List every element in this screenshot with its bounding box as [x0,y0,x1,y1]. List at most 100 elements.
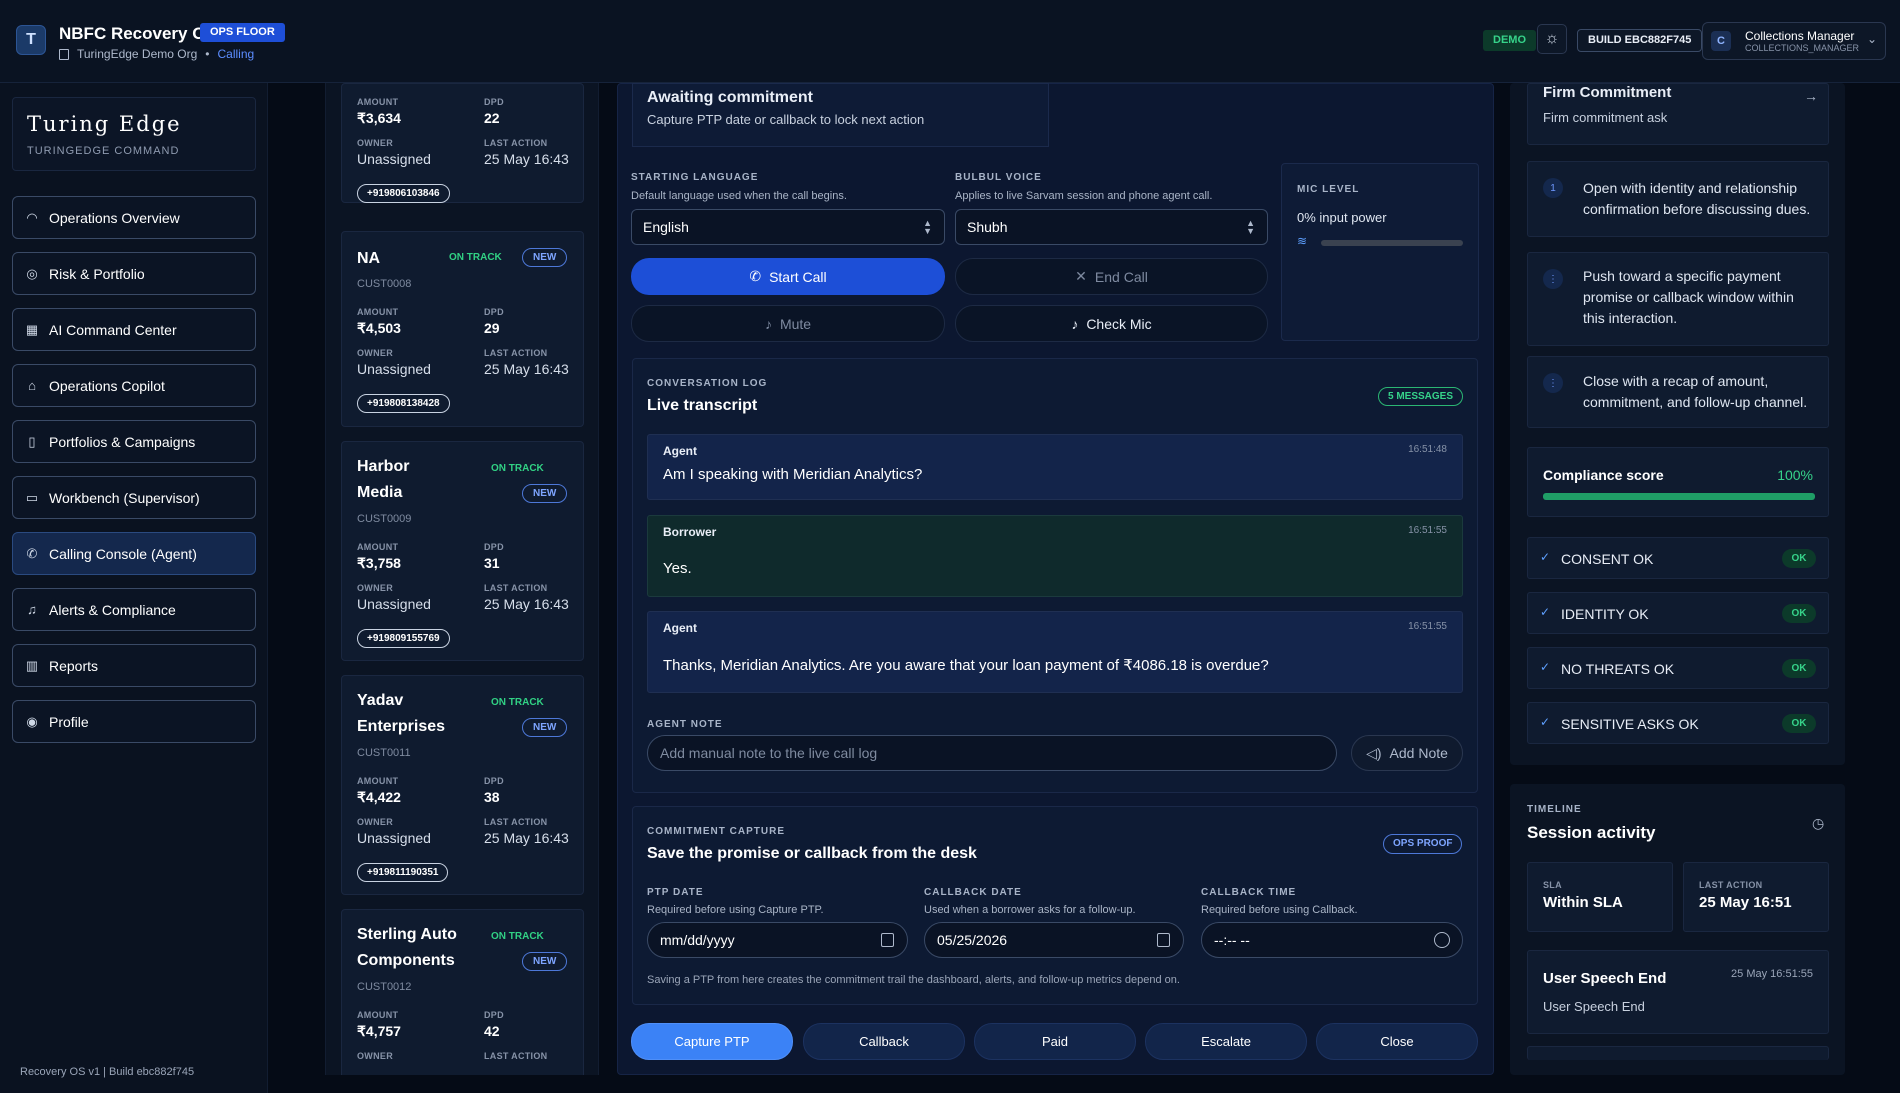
customer-card[interactable]: NA ON TRACK NEW CUST0008 AMOUNT DPD ₹4,5… [341,231,584,427]
demo-badge: DEMO [1483,30,1536,51]
dpd-value: 31 [484,555,500,571]
phone-chip[interactable]: +919808138428 [357,394,450,413]
paid-button[interactable]: Paid [974,1023,1136,1060]
sidebar-item-workbench[interactable]: ▭ Workbench (Supervisor) [12,476,256,519]
language-select[interactable]: English ▲ ▼ [631,209,945,245]
timer-icon[interactable]: ◷ [1812,815,1824,832]
commitment-label: COMMITMENT CAPTURE [647,826,785,837]
user-menu[interactable]: C Collections Manager COLLECTIONS_MANAGE… [1702,22,1886,60]
phone-icon: ✆ [26,545,38,561]
start-call-button[interactable]: ✆ Start Call [631,258,945,295]
last-action-label: LAST ACTION [484,1051,548,1061]
last-action-card: LAST ACTION 25 May 16:51 [1683,862,1829,932]
sidebar-item-operations-copilot[interactable]: ⌂ Operations Copilot [12,364,256,407]
phone-chip[interactable]: +919809155769 [357,629,450,648]
compliance-score-fill [1543,493,1815,500]
firm-commitment-card[interactable]: Firm Commitment Firm commitment ask → [1527,83,1829,145]
amount-value: ₹3,758 [357,555,401,571]
transcript-message: Agent 16:51:48 Am I speaking with Meridi… [647,434,1463,500]
new-badge: NEW [522,484,568,503]
sidebar-item-reports[interactable]: ▥ Reports [12,644,256,687]
capture-ptp-button[interactable]: Capture PTP [631,1023,793,1060]
check-label: CONSENT OK [1561,551,1654,567]
check-mic-button[interactable]: ♪ Check Mic [955,305,1268,342]
mute-button[interactable]: ♪ Mute [631,305,945,342]
timeline-title: Session activity [1527,823,1656,842]
clock-icon[interactable] [1434,932,1450,948]
message-time: 16:51:55 [1408,621,1447,632]
customer-card[interactable]: Sterling Auto Components ON TRACK NEW CU… [341,909,584,1075]
arrow-right-icon[interactable]: → [1804,88,1818,104]
breadcrumb-org[interactable]: TuringEdge Demo Org [77,47,197,61]
sidebar-item-label: Risk & Portfolio [49,265,145,282]
sidebar-item-portfolios-campaigns[interactable]: ▯ Portfolios & Campaigns [12,420,256,463]
sidebar-item-calling-console[interactable]: ✆ Calling Console (Agent) [12,532,256,575]
ops-floor-badge: OPS FLOOR [200,23,285,42]
sidebar-item-risk-portfolio[interactable]: ◎ Risk & Portfolio [12,252,256,295]
brand-name: Turing Edge [27,112,182,136]
last-action-value: 25 May 16:43 [484,830,569,846]
ptp-date-value: mm/dd/yyyy [660,932,735,948]
compliance-check-consent: ✓ CONSENT OK OK [1527,537,1829,579]
add-note-button[interactable]: ◁) Add Note [1351,735,1463,771]
awaiting-subtitle: Capture PTP date or callback to lock nex… [647,112,925,127]
theme-toggle-button[interactable]: ☼ [1537,24,1567,54]
compliance-score-value: 100% [1777,467,1813,483]
end-call-button[interactable]: ✕ End Call [955,258,1268,295]
app-logo[interactable]: T [16,25,46,55]
speaker-icon: ◁) [1366,744,1382,761]
last-action-label: LAST ACTION [484,817,548,827]
callback-time-input[interactable]: --:-- -- [1201,922,1463,958]
close-button[interactable]: Close [1316,1023,1478,1060]
user-role: COLLECTIONS_MANAGER [1745,43,1860,53]
owner-label: OWNER [357,348,393,358]
new-badge: NEW [522,718,568,737]
customer-card[interactable]: Harbor Media ON TRACK NEW CUST0009 AMOUN… [341,441,584,661]
chevron-down-icon: ⌄ [1867,32,1878,46]
timeline-event [1527,1046,1829,1060]
transcript-message: Agent 16:51:55 Thanks, Meridian Analytic… [647,611,1463,693]
sla-value: Within SLA [1543,894,1623,911]
sidebar-item-ai-command-center[interactable]: ▦ AI Command Center [12,308,256,351]
sidebar-item-profile[interactable]: ◉ Profile [12,700,256,743]
app-title: NBFC Recovery OS [59,24,217,43]
brand-subtitle: TURINGEDGE COMMAND [27,145,180,157]
sidebar-item-operations-overview[interactable]: ◠ Operations Overview [12,196,256,239]
voice-select[interactable]: Shubh ▲ ▼ [955,209,1268,245]
event-subtitle: User Speech End [1543,999,1645,1014]
escalate-button[interactable]: Escalate [1145,1023,1307,1060]
customer-name: NA [357,250,381,267]
language-hint: Default language used when the call begi… [631,190,847,202]
customer-card[interactable]: AMOUNT DPD ₹3,634 22 OWNER LAST ACTION U… [341,83,584,203]
callback-date-label: CALLBACK DATE [924,887,1022,898]
sidebar-item-label: Reports [49,657,99,674]
build-badge: BUILD EBC882F745 [1577,29,1703,52]
callback-date-input[interactable]: 05/25/2026 [924,922,1184,958]
ptp-date-input[interactable]: mm/dd/yyyy [647,922,908,958]
customer-card[interactable]: Yadav Enterprises ON TRACK NEW CUST0011 … [341,675,584,895]
amount-value: ₹4,422 [357,789,401,805]
dpd-label: DPD [484,542,504,552]
breadcrumb: TuringEdge Demo Org • Calling [59,47,254,61]
chart-icon: ▥ [25,657,39,673]
amount-label: AMOUNT [357,307,399,317]
mic-level-value: 0% input power [1297,210,1387,225]
sidebar-item-alerts-compliance[interactable]: ♫ Alerts & Compliance [12,588,256,631]
check-label: IDENTITY OK [1561,606,1649,622]
message-text: Thanks, Meridian Analytics. Are you awar… [663,657,1269,674]
sidebar-item-label: Operations Copilot [49,377,165,394]
voice-hint: Applies to live Sarvam session and phone… [955,190,1213,202]
ok-badge: OK [1782,549,1816,568]
callback-button[interactable]: Callback [803,1023,965,1060]
sla-card: SLA Within SLA [1527,862,1673,932]
calendar-icon[interactable] [881,933,894,947]
agent-note-input[interactable]: Add manual note to the live call log [647,735,1337,771]
calendar-icon[interactable] [1157,933,1170,947]
last-action-label: LAST ACTION [484,348,548,358]
phone-chip[interactable]: +919806103846 [357,184,450,203]
status-badge: ON TRACK [491,463,544,474]
sun-icon: ☼ [1544,30,1560,47]
phone-chip[interactable]: +919811190351 [357,863,449,882]
message-speaker: Agent [663,444,697,458]
mic-icon: ♪ [1071,315,1079,332]
